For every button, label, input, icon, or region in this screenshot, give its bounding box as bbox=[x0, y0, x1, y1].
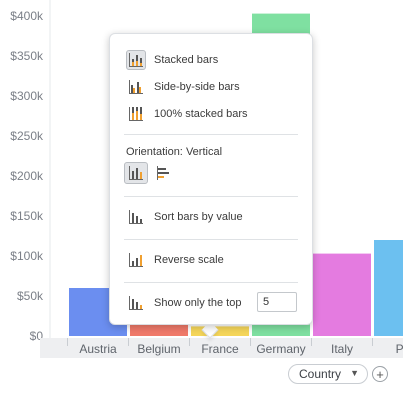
menu-item-show-only-top[interactable]: Show only the top bbox=[126, 293, 241, 313]
menu-divider bbox=[124, 282, 298, 283]
y-tick-label: $350k bbox=[10, 49, 44, 63]
bar-italy[interactable] bbox=[313, 253, 371, 336]
x-tick-label: Germany bbox=[256, 342, 305, 356]
horizontal-orientation-button[interactable] bbox=[152, 162, 176, 184]
menu-label-stacked-bars: Stacked bars bbox=[154, 54, 219, 66]
vertical-bars-icon bbox=[129, 166, 143, 180]
reverse-scale-icon bbox=[126, 250, 146, 270]
category-axis-label: Country bbox=[299, 367, 342, 381]
y-axis-ticks: $0$50k$100k$150k$200k$250k$300k$350k$400… bbox=[10, 9, 44, 343]
y-tick-label: $150k bbox=[10, 209, 44, 223]
orientation-value: Vertical bbox=[185, 146, 223, 158]
x-tick-label: Belgium bbox=[137, 342, 180, 356]
y-tick-label: $250k bbox=[10, 129, 44, 143]
menu-item-sort-bars[interactable]: Sort bars by value bbox=[126, 207, 243, 227]
y-tick-label: $300k bbox=[10, 89, 44, 103]
orientation-label: Orientation: Vertical bbox=[126, 146, 222, 158]
vertical-orientation-button[interactable] bbox=[124, 162, 148, 184]
menu-label-sort-bars: Sort bars by value bbox=[154, 211, 243, 223]
top-count-input[interactable] bbox=[257, 292, 297, 312]
bar-france[interactable] bbox=[191, 326, 249, 336]
x-tick-label: France bbox=[201, 342, 239, 356]
x-tick-label: Italy bbox=[331, 342, 353, 356]
menu-divider bbox=[124, 239, 298, 240]
x-tick-label: Austria bbox=[79, 342, 117, 356]
menu-item-100-percent-stacked-bars[interactable]: 100% stacked bars bbox=[126, 104, 248, 124]
menu-divider bbox=[124, 134, 298, 135]
bar-options-popup: Stacked bars Side-by-side bars 100% stac… bbox=[109, 33, 313, 325]
menu-label-side-by-side-bars: Side-by-side bars bbox=[154, 81, 240, 93]
chevron-down-icon: ▼ bbox=[350, 368, 359, 378]
y-tick-label: $200k bbox=[10, 169, 44, 183]
category-axis-selector[interactable]: Country ▼ bbox=[288, 364, 368, 384]
x-tick-label: Po bbox=[396, 342, 403, 356]
orientation-key: Orientation: bbox=[126, 146, 183, 158]
percent-stacked-bars-icon bbox=[126, 104, 146, 124]
menu-divider bbox=[124, 196, 298, 197]
menu-label-reverse-scale: Reverse scale bbox=[154, 254, 224, 266]
menu-item-side-by-side-bars[interactable]: Side-by-side bars bbox=[126, 77, 240, 97]
y-tick-label: $50k bbox=[17, 289, 44, 303]
horizontal-bars-icon bbox=[157, 166, 169, 180]
y-tick-label: $400k bbox=[10, 9, 44, 23]
menu-item-stacked-bars[interactable]: Stacked bars bbox=[126, 50, 218, 70]
sort-bars-icon bbox=[126, 207, 146, 227]
menu-label-show-only-top: Show only the top bbox=[154, 297, 242, 309]
bar-belgium[interactable] bbox=[130, 324, 188, 336]
add-axis-button[interactable]: + bbox=[372, 366, 388, 382]
menu-label-100-percent-stacked-bars: 100% stacked bars bbox=[154, 108, 248, 120]
bar-po[interactable] bbox=[374, 240, 403, 336]
top-n-bars-icon bbox=[126, 293, 146, 313]
side-by-side-bars-icon bbox=[126, 77, 146, 97]
stacked-bars-icon bbox=[126, 50, 146, 70]
y-tick-label: $100k bbox=[10, 249, 44, 263]
menu-item-reverse-scale[interactable]: Reverse scale bbox=[126, 250, 224, 270]
